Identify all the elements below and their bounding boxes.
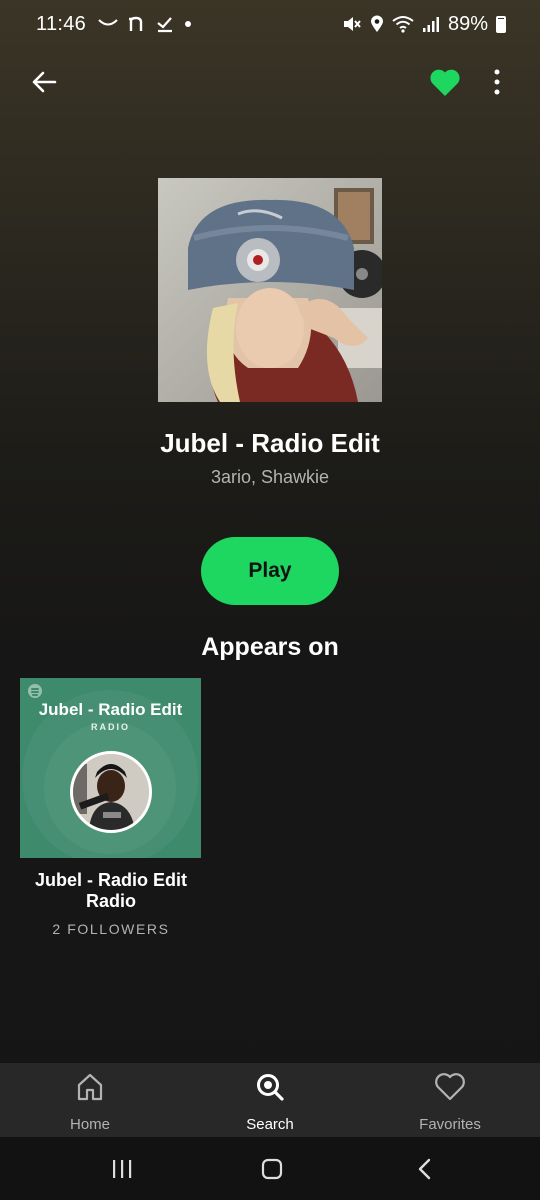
heart-outline-icon <box>434 1071 466 1103</box>
play-button[interactable]: Play <box>201 537 339 605</box>
like-button[interactable] <box>424 62 466 102</box>
playlist-followers: 2 FOLLOWERS <box>52 921 170 937</box>
battery-percent: 89% <box>447 12 488 35</box>
nav-search[interactable]: Search <box>180 1063 360 1137</box>
nav-favorites[interactable]: Favorites <box>360 1063 540 1137</box>
app-n-icon <box>129 16 143 31</box>
spotify-logo-icon <box>28 684 42 698</box>
home-system-button[interactable] <box>252 1151 292 1187</box>
track-artists[interactable]: 3ario, Shawkie <box>0 467 540 488</box>
dot-icon <box>185 21 192 27</box>
home-icon <box>74 1071 106 1103</box>
wifi-icon <box>392 16 414 33</box>
nav-home[interactable]: Home <box>0 1063 180 1137</box>
search-icon <box>254 1071 286 1103</box>
bottom-navigation: Home Search Favorites <box>0 1063 540 1137</box>
top-bar <box>0 56 540 108</box>
playlist-cover-subtitle: RADIO <box>91 722 130 732</box>
signal-icon <box>422 17 439 32</box>
playlist-cover-title: Jubel - Radio Edit <box>38 700 183 719</box>
location-icon <box>370 15 383 32</box>
recent-apps-icon <box>113 1160 132 1178</box>
playlist-cover: Jubel - Radio Edit RADIO <box>20 678 201 858</box>
recent-apps-button[interactable] <box>102 1151 142 1187</box>
check-icon <box>157 17 173 33</box>
artist-avatar <box>70 751 152 833</box>
artist-photo <box>73 754 149 830</box>
track-screen: 11:46 89% Jubel - Radio Edit 3ario, Shaw… <box>0 0 540 1200</box>
back-system-button[interactable] <box>404 1151 444 1187</box>
more-vertical-icon <box>494 69 500 95</box>
appears-on-heading: Appears on <box>201 633 339 661</box>
playlist-title: Jubel - Radio Edit Radio <box>34 870 187 911</box>
system-navigation-bar <box>0 1137 540 1200</box>
battery-icon <box>496 15 506 33</box>
nav-favorites-label: Favorites <box>419 1116 481 1133</box>
track-cover-art <box>158 178 382 402</box>
status-bar: 11:46 89% <box>0 0 540 48</box>
back-button[interactable] <box>24 62 64 102</box>
more-options-button[interactable] <box>480 62 514 102</box>
status-time: 11:46 <box>36 12 87 35</box>
notification-icon <box>98 19 118 26</box>
playlist-card[interactable]: Jubel - Radio Edit RADIO Jubel - Radio E… <box>20 678 202 937</box>
heart-filled-icon <box>430 69 460 96</box>
back-chevron-icon <box>418 1158 431 1180</box>
nav-search-label: Search <box>246 1116 294 1133</box>
home-system-icon <box>261 1158 283 1180</box>
nav-home-label: Home <box>69 1116 110 1133</box>
cover-art-image <box>158 178 382 402</box>
back-arrow-icon <box>32 71 57 93</box>
mute-icon <box>343 17 361 31</box>
track-title: Jubel - Radio Edit <box>160 428 380 458</box>
